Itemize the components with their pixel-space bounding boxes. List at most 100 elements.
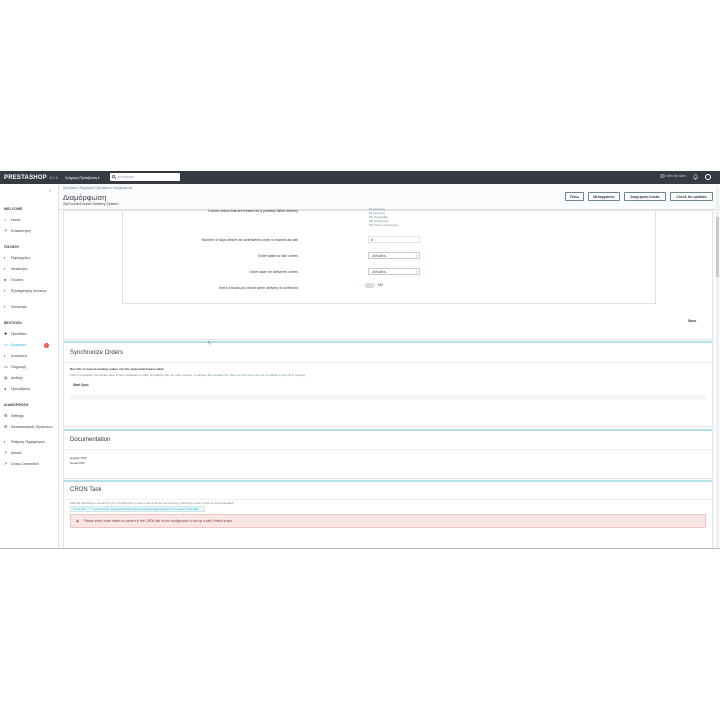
sidebar-item-home[interactable]: ⌂ Home: [4, 217, 58, 223]
cron-warning-alert: ▲ Please select order states or carriers…: [70, 514, 706, 528]
cron-command[interactable]: 27.22.28 * * * * /usr/bin/php /var/www/h…: [70, 506, 205, 512]
credit-card-icon: ▭: [4, 364, 8, 369]
warning-icon: ▲: [75, 518, 80, 524]
sidebar-item-shipping[interactable]: ▪ Αποστολή: [4, 353, 58, 359]
trending-icon: ↗: [4, 228, 8, 233]
english-pdf-link[interactable]: English PDF: [70, 456, 87, 460]
sidebar-section-improve: ΒΕΛΤΙΩΣΗ: [4, 321, 22, 325]
sidebar-section-configure: ΔΙΑΜΟΡΦΩΣΗ: [4, 403, 29, 407]
settings-applications-icon: ▪: [4, 439, 6, 444]
prestashop-logo[interactable]: PRESTASHOP: [4, 175, 47, 181]
settings-panel: Courier status that are treated as a pos…: [63, 207, 713, 340]
sidebar-item-advanced-parameters[interactable]: ▪ Ρύθμιση Παραμέτρων: [4, 439, 58, 445]
sync-panel: Synchronize Orders Run this to import ex…: [63, 341, 713, 427]
store-icon: ▪: [4, 266, 6, 271]
divider: [64, 499, 712, 500]
cron-title: CRON Task: [70, 487, 102, 493]
sidebar-section-sell: ΠΩΛΗΣΗ: [4, 245, 19, 249]
search-icon: [112, 175, 116, 179]
days-input[interactable]: 5: [368, 236, 420, 243]
manage-hooks-button[interactable]: Διαχείριση hooks: [624, 192, 666, 201]
page-subtitle: ZipCourierGreece Delivery System: [63, 202, 119, 206]
scrollbar-thumb[interactable]: [716, 217, 719, 277]
sidebar-item-customers[interactable]: ● Πελάτες: [4, 277, 58, 283]
email-toggle-label: NO: [378, 283, 384, 287]
cart-icon: ▪: [4, 255, 6, 260]
documentation-panel: Documentation English PDF Greek PDF: [63, 429, 713, 479]
sidebar-item-modules[interactable]: ✚ Προσθετα: [4, 331, 58, 337]
delivered-state-label: Order state for delivered orders: [249, 270, 298, 274]
version-label: 8.1.0: [49, 175, 58, 180]
translations-button[interactable]: Μεταφράσεις: [588, 192, 620, 201]
globe-icon: ◍: [4, 375, 8, 380]
late-state-select[interactable]: --Επιλέξτε-- ▾: [368, 252, 420, 259]
settings-form: Courier status that are treated as a pos…: [122, 207, 656, 304]
sidebar-collapse-icon[interactable]: «: [49, 188, 51, 193]
sync-title: Synchronize Orders: [70, 350, 124, 356]
megaphone-icon: ◂: [4, 386, 7, 391]
chevron-down-icon: ▾: [415, 254, 417, 258]
chat-icon: ▪: [4, 288, 6, 293]
sync-progress-area: [70, 395, 706, 400]
check-updates-button[interactable]: Check for updates: [670, 192, 713, 201]
home-icon: ⌂: [4, 217, 7, 222]
late-state-label: Order state for late orders: [257, 254, 298, 258]
mouse-cursor-icon: ↖: [207, 341, 213, 347]
sidebar-item-statistics[interactable]: ▪ Στατιστικά: [4, 304, 58, 310]
gear-icon: ⚙: [4, 424, 8, 429]
view-shop-link[interactable]: View my store: [660, 174, 686, 178]
sidebar-item-payment[interactable]: ▭ Πληρωμή: [4, 364, 58, 370]
toggle-knob: [365, 283, 370, 288]
sidebar-item-international[interactable]: ◍ Διεθνής: [4, 375, 58, 381]
chevron-down-icon: ▾: [415, 270, 417, 274]
breadcrumb[interactable]: Προσθετα / Διαχείριση Προσθέτων / Διαμόρ…: [63, 186, 132, 190]
sidebar-item-design[interactable]: ▭ Εμφάνιση: [4, 343, 58, 348]
cron-hint: Add the following command to your cronta…: [70, 501, 234, 505]
puzzle-icon: ✚: [4, 331, 8, 336]
search-placeholder: Αναζήτηση: [118, 175, 135, 179]
delivered-state-select[interactable]: --Επιλέξτε-- ▾: [368, 268, 420, 275]
email-toggle[interactable]: [365, 283, 375, 288]
page-scrollbar[interactable]: [716, 187, 719, 547]
sync-note: This is especially convenient after a ne…: [70, 373, 306, 377]
sync-description: Run this to import existing orders into …: [70, 367, 165, 371]
quick-access-dropdown[interactable]: Γρήγορη Πρόσβαση ▾: [65, 176, 100, 180]
sidebar: « WELCOME ⌂ Home ↗ Επισκόπηση ΠΩΛΗΣΗ ▪ Παρα…: [0, 184, 59, 548]
sidebar-item-marketing[interactable]: ◂ Προωθήσεις: [4, 386, 58, 392]
account-icon: ●: [4, 277, 7, 282]
user-profile-icon[interactable]: [705, 174, 711, 180]
start-sync-button[interactable]: Start Sync: [70, 382, 92, 388]
save-button[interactable]: Save: [688, 319, 696, 323]
chart-icon: ▪: [4, 304, 6, 309]
sidebar-item-cross-connection[interactable]: ↗ Cross Connection: [4, 461, 58, 467]
search-input[interactable]: Αναζήτηση: [110, 173, 180, 181]
greek-pdf-link[interactable]: Greek PDF: [70, 461, 85, 465]
gear-icon: ⚙: [4, 413, 8, 418]
email-label: Send a thank-you email when delivery is …: [219, 286, 298, 290]
page-title: Διαμόρφωση: [63, 193, 107, 202]
cron-panel: CRON Task Add the following command to y…: [63, 480, 713, 548]
divider: [64, 449, 712, 450]
sidebar-item-manufacturers[interactable]: ⚙ Κατασκευαστές Προϊόντων: [4, 424, 58, 430]
cron-warning-text: Please select order states or carriers i…: [83, 519, 233, 523]
documentation-title: Documentation: [70, 437, 111, 443]
sidebar-item-overview[interactable]: ↗ Επισκόπηση: [4, 228, 58, 234]
trending-icon: ↗: [4, 461, 8, 466]
sidebar-section-welcome: WELCOME: [4, 207, 23, 211]
status-option[interactable]: Μη Τρόπο Αποστολής: [369, 223, 398, 227]
sidebar-item-advice[interactable]: ↗ Advice: [4, 450, 58, 456]
sidebar-item-orders[interactable]: ▪ Παραγγελίες: [4, 255, 58, 261]
eye-icon: [660, 174, 665, 178]
truck-icon: ▪: [4, 353, 6, 358]
sidebar-item-settings[interactable]: ⚙ Settings: [4, 413, 58, 419]
sidebar-item-customer-service[interactable]: ▪ Εξυπηρέτηση πελατών: [4, 288, 58, 294]
view-shop-label: View my store: [666, 174, 686, 178]
back-button[interactable]: Πίσω: [565, 192, 584, 201]
sidebar-item-catalog[interactable]: ▪ Κατάλογος: [4, 266, 58, 272]
notification-badge: 1: [44, 343, 49, 348]
notifications-bell-icon[interactable]: [692, 174, 699, 182]
trending-icon: ↗: [4, 450, 8, 455]
app-window: PRESTASHOP 8.1.0 Γρήγορη Πρόσβαση ▾ Αναζ…: [0, 171, 720, 549]
top-navbar: PRESTASHOP 8.1.0 Γρήγορη Πρόσβαση ▾ Αναζ…: [0, 171, 720, 184]
status-label: Courier status that are treated as a pos…: [207, 209, 298, 213]
